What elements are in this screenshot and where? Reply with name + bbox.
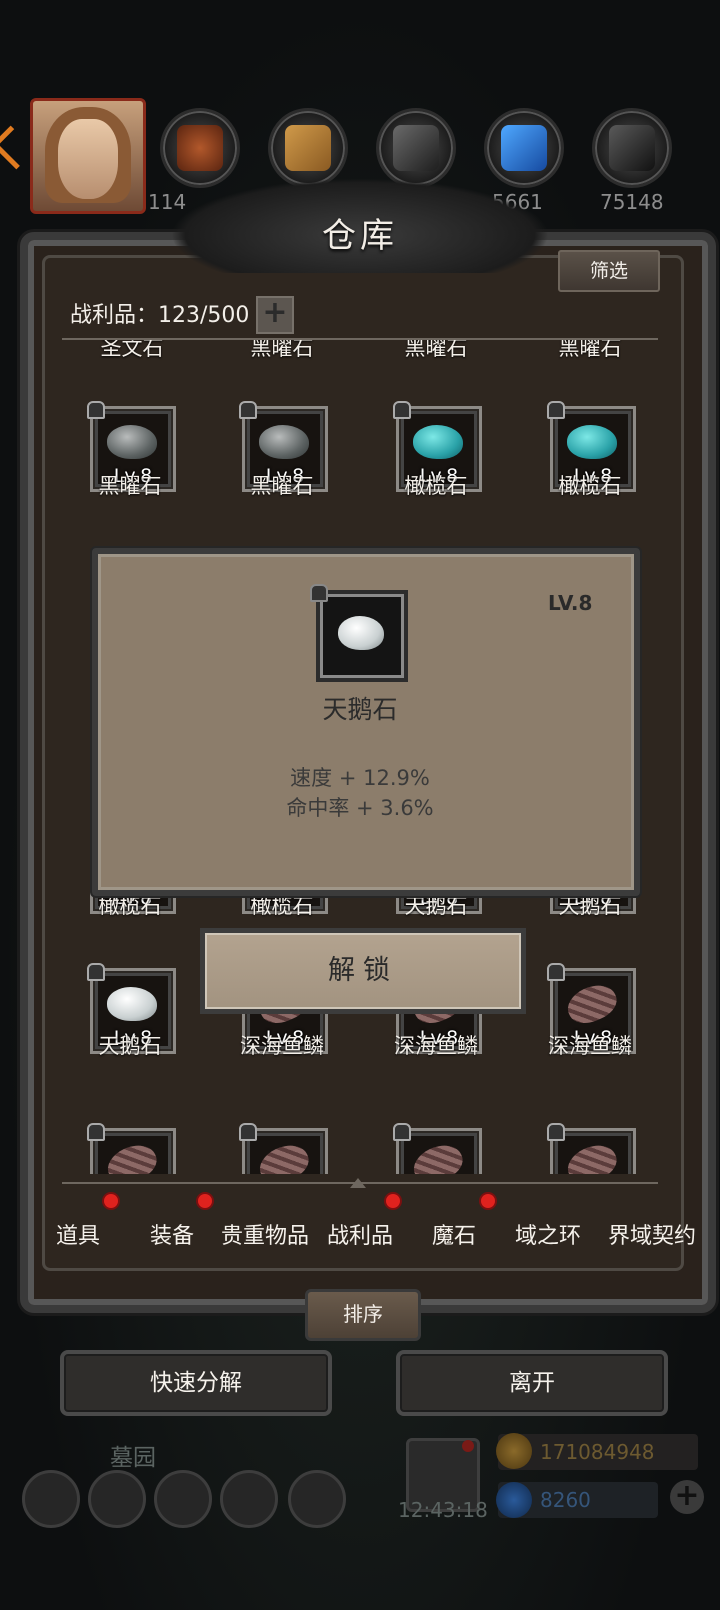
iron-ingot-icon[interactable] [376, 108, 456, 188]
add-gems-button[interactable]: + [670, 1480, 704, 1514]
swan-stone-icon [338, 616, 384, 650]
selected-item-slot [316, 590, 408, 682]
fish-scale-icon [408, 1138, 468, 1174]
obsidian-gem-icon [107, 425, 157, 459]
unlock-button[interactable]: 解锁 [200, 928, 526, 1014]
inventory-slot[interactable] [87, 1123, 176, 1174]
menu-icon[interactable] [22, 1470, 80, 1528]
item-name: 天鹅石 [322, 695, 398, 724]
tab-equipment[interactable]: 装备 [124, 1218, 220, 1250]
swan-stone-icon [107, 987, 157, 1021]
fish-scale-icon [562, 1138, 622, 1174]
location-label: 墓园 [110, 1445, 156, 1471]
avatar-face [58, 119, 118, 199]
notification-badge [198, 1194, 212, 1208]
gate-icon[interactable] [154, 1470, 212, 1528]
expand-capacity-button[interactable]: + [256, 296, 294, 334]
blue-crystal-icon[interactable] [484, 108, 564, 188]
item-name: 黑曜石 [98, 474, 162, 498]
active-tab-indicator [350, 1178, 366, 1188]
item-name: 橄榄石 [404, 474, 468, 498]
star-icon[interactable] [88, 1470, 146, 1528]
inventory-slot[interactable] [547, 1123, 636, 1174]
map-icon[interactable] [288, 1470, 346, 1528]
item-name: 深海鱼鳞 [394, 1034, 478, 1058]
item-stat: 命中率 + 3.6% [286, 796, 434, 820]
dark-ingot-icon[interactable] [592, 108, 672, 188]
quick-decompose-button[interactable]: 快速分解 [60, 1350, 332, 1416]
panel-title: 仓库 [322, 216, 398, 256]
wood-plank-icon[interactable] [268, 108, 348, 188]
lock-icon [87, 963, 105, 981]
item-name: 黑曜石 [250, 340, 314, 360]
notification-badge [386, 1194, 400, 1208]
item-stat: 速度 + 12.9% [290, 766, 430, 790]
item-name: 天鹅石 [98, 1034, 162, 1058]
item-name: 黑曜石 [404, 340, 468, 360]
notification-badge [462, 1440, 474, 1452]
tab-realm-contracts[interactable]: 界域契约 [594, 1218, 710, 1250]
notification-badge [481, 1194, 495, 1208]
lock-icon [87, 401, 105, 419]
inventory-slot[interactable] [239, 1123, 328, 1174]
filter-button[interactable]: 筛选 [558, 250, 660, 292]
player-avatar[interactable] [30, 98, 146, 214]
item-name: 黑曜石 [250, 474, 314, 498]
olivine-gem-icon [413, 425, 463, 459]
lock-icon [239, 401, 257, 419]
tab-items[interactable]: 道具 [30, 1218, 126, 1250]
lock-icon [393, 1123, 411, 1141]
obsidian-gem-icon [259, 425, 309, 459]
mail-icon[interactable] [220, 1470, 278, 1528]
clock-time: 12:43:18 [398, 1498, 488, 1522]
gold-amount: 171084948 [540, 1440, 655, 1464]
tab-valuables[interactable]: 贵重物品 [214, 1218, 316, 1250]
blue-gem-icon [496, 1482, 532, 1518]
lock-icon [547, 401, 565, 419]
tab-domain-rings[interactable]: 域之环 [500, 1218, 596, 1250]
sort-button[interactable]: 排序 [305, 1289, 421, 1341]
lock-icon [310, 584, 328, 602]
tab-loot[interactable]: 战利品 [312, 1218, 408, 1250]
loot-count: 战利品：123/500 [70, 303, 250, 328]
item-name: 圣文石 [100, 340, 164, 360]
olivine-gem-icon [567, 425, 617, 459]
lock-icon [393, 401, 411, 419]
currency-value: 75148 [600, 190, 664, 214]
item-name: 深海鱼鳞 [240, 1034, 324, 1058]
lock-icon [547, 1123, 565, 1141]
tab-magic-stones[interactable]: 魔石 [406, 1218, 502, 1250]
inventory-slot[interactable] [393, 1123, 482, 1174]
fish-scale-icon [102, 1138, 162, 1174]
leave-button[interactable]: 离开 [396, 1350, 668, 1416]
lock-icon [547, 963, 565, 981]
fish-scale-icon [562, 978, 622, 1030]
copper-ore-icon[interactable] [160, 108, 240, 188]
lock-icon [239, 1123, 257, 1141]
item-name: 黑曜石 [558, 340, 622, 360]
fish-scale-icon [254, 1138, 314, 1174]
notification-badge [104, 1194, 118, 1208]
item-name: 橄榄石 [558, 474, 622, 498]
item-name: 深海鱼鳞 [548, 1034, 632, 1058]
lock-icon [87, 1123, 105, 1141]
gold-coin-icon [496, 1433, 532, 1469]
gem-amount: 8260 [540, 1488, 591, 1512]
item-level: LV.8 [548, 591, 593, 615]
